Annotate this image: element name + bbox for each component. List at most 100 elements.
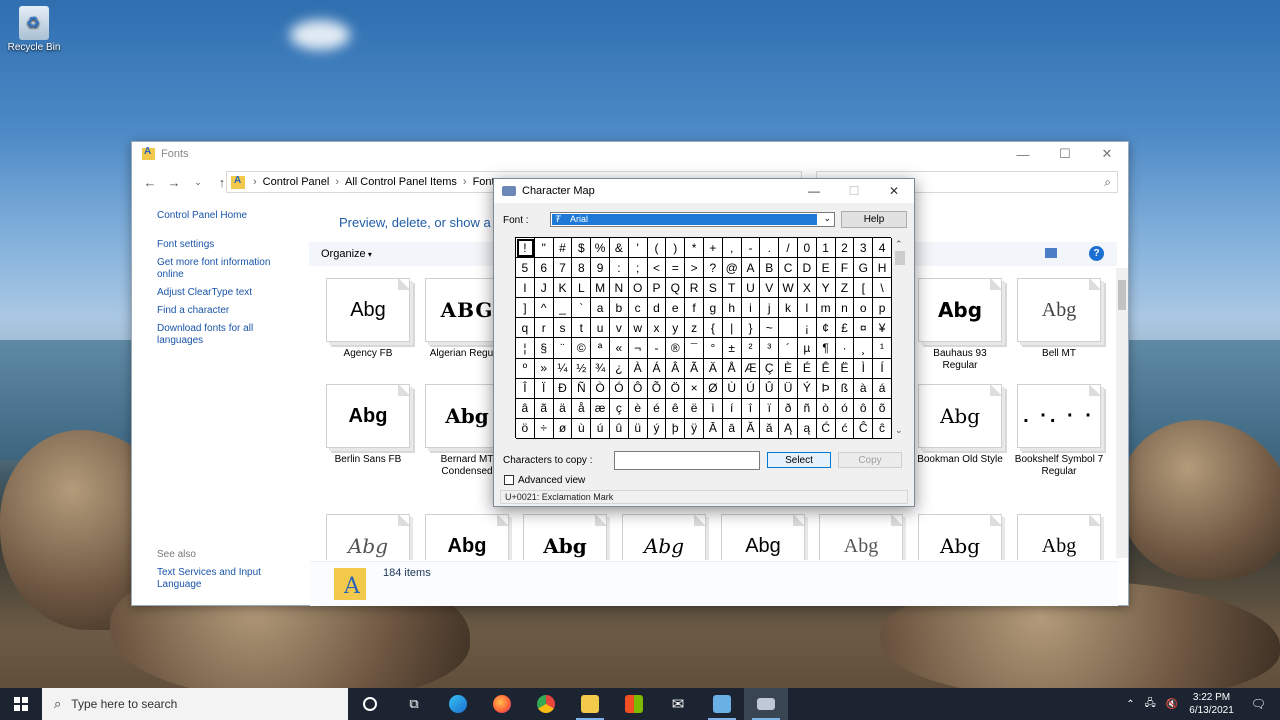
character-cell[interactable]: ¦ <box>516 338 535 359</box>
character-cell[interactable]: ´ <box>779 338 798 359</box>
character-cell[interactable]: q <box>516 318 535 339</box>
font-tile[interactable]: Abg Bookman Old Style <box>915 384 1005 466</box>
character-cell[interactable]: | <box>722 318 742 339</box>
character-cell[interactable]: ^ <box>534 298 554 319</box>
store-button[interactable] <box>612 688 656 720</box>
breadcrumb-control-panel[interactable]: Control Panel <box>263 176 330 188</box>
character-cell[interactable]: ă <box>760 418 780 439</box>
show-hidden-icons-icon[interactable]: ⌃ <box>1126 699 1134 710</box>
character-cell[interactable]: é <box>647 398 667 419</box>
recycle-bin-shortcut[interactable]: Recycle Bin <box>4 6 64 53</box>
character-cell[interactable]: 3 <box>854 238 874 259</box>
back-arrow-icon[interactable]: ← <box>138 175 162 190</box>
maximize-button[interactable]: ☐ <box>1044 142 1086 166</box>
volume-muted-icon[interactable]: 🔇 <box>1166 699 1178 710</box>
character-cell[interactable]: V <box>760 278 780 299</box>
more-font-info-link[interactable]: Get more font information online <box>157 257 297 281</box>
character-cell[interactable]: Ø <box>703 378 723 399</box>
character-cell[interactable]: ¼ <box>553 358 573 379</box>
character-cell[interactable]: - <box>647 338 667 359</box>
character-cell[interactable]: w <box>628 318 648 339</box>
character-cell[interactable]: © <box>572 338 592 359</box>
character-cell[interactable]: j <box>760 298 780 319</box>
character-cell[interactable]: & <box>609 238 629 259</box>
character-cell[interactable]: 4 <box>873 238 892 259</box>
character-cell[interactable]: û <box>609 418 629 439</box>
character-cell[interactable]: ì <box>703 398 723 419</box>
character-cell[interactable]: - <box>741 238 761 259</box>
character-cell[interactable]: \ <box>873 278 892 299</box>
character-cell[interactable]: Ý <box>797 378 817 399</box>
character-cell[interactable]: / <box>779 238 798 259</box>
character-cell[interactable]: o <box>854 298 874 319</box>
character-cell[interactable]: º <box>516 358 535 379</box>
start-button[interactable] <box>0 688 42 720</box>
character-cell[interactable]: n <box>835 298 855 319</box>
character-cell[interactable]: Ç <box>760 358 780 379</box>
font-settings-link[interactable]: Font settings <box>157 239 297 251</box>
character-cell[interactable]: ¤ <box>854 318 874 339</box>
character-cell[interactable]: ÿ <box>685 418 704 439</box>
character-cell[interactable]: X <box>797 278 817 299</box>
character-cell[interactable]: a <box>591 298 610 319</box>
font-tile[interactable]: Abg <box>619 514 709 560</box>
character-cell[interactable]: Ą <box>779 418 798 439</box>
character-cell[interactable]: ā <box>722 418 742 439</box>
character-cell[interactable]: Í <box>873 358 892 379</box>
character-cell[interactable]: ³ <box>760 338 780 359</box>
character-cell[interactable]: ¶ <box>816 338 836 359</box>
character-cell[interactable]: m <box>816 298 836 319</box>
character-cell[interactable]: " <box>534 238 554 259</box>
character-cell[interactable]: x <box>647 318 667 339</box>
character-cell[interactable]: ~ <box>760 318 780 339</box>
character-cell[interactable]: Þ <box>816 378 836 399</box>
character-cell[interactable]: ĉ <box>873 418 892 439</box>
character-cell[interactable]: Q <box>666 278 686 299</box>
character-cell[interactable]: ó <box>835 398 855 419</box>
character-cell[interactable]: » <box>534 358 554 379</box>
character-cell[interactable]: $ <box>572 238 592 259</box>
character-cell[interactable]: î <box>741 398 761 419</box>
character-cell[interactable]: ° <box>703 338 723 359</box>
character-cell[interactable]: H <box>873 258 892 279</box>
character-cell[interactable]: k <box>779 298 798 319</box>
character-cell[interactable]: _ <box>553 298 573 319</box>
character-cell[interactable]: [ <box>854 278 874 299</box>
character-cell[interactable]: ä <box>553 398 573 419</box>
character-cell[interactable]: { <box>703 318 723 339</box>
font-tile[interactable]: Abg Bell MT <box>1014 278 1104 360</box>
font-tile[interactable]: Abg <box>520 514 610 560</box>
character-cell[interactable]: = <box>666 258 686 279</box>
character-cell[interactable]: ¨ <box>553 338 573 359</box>
character-cell[interactable]: 2 <box>835 238 855 259</box>
character-cell[interactable]: æ <box>591 398 610 419</box>
character-cell[interactable]: E <box>816 258 836 279</box>
charmap-minimize-button[interactable]: — <box>794 179 834 203</box>
character-cell[interactable]: I <box>516 278 535 299</box>
character-cell[interactable]: Ñ <box>572 378 592 399</box>
character-cell[interactable]: ¥ <box>873 318 892 339</box>
character-cell[interactable]: Z <box>835 278 855 299</box>
character-cell[interactable]: ¹ <box>873 338 892 359</box>
character-cell[interactable]: 0 <box>797 238 817 259</box>
character-cell[interactable]: M <box>591 278 610 299</box>
character-cell[interactable]: Ú <box>741 378 761 399</box>
text-services-link[interactable]: Text Services and Input Language <box>157 567 277 591</box>
character-cell[interactable]: ß <box>835 378 855 399</box>
font-tile[interactable]: Abg <box>323 514 413 560</box>
organize-button[interactable]: Organize <box>321 248 372 260</box>
font-tile[interactable]: Abg <box>718 514 808 560</box>
character-cell[interactable]: d <box>647 298 667 319</box>
character-cell[interactable]: Ä <box>703 358 723 379</box>
character-cell[interactable]: Ï <box>534 378 554 399</box>
character-cell[interactable]: : <box>609 258 629 279</box>
character-cell[interactable]: @ <box>722 258 742 279</box>
character-cell[interactable]: ô <box>854 398 874 419</box>
fonts-scrollbar[interactable] <box>1116 268 1128 558</box>
character-cell[interactable]: e <box>666 298 686 319</box>
character-cell[interactable]: r <box>534 318 554 339</box>
character-cell[interactable]: ã <box>534 398 554 419</box>
characters-to-copy-input[interactable] <box>614 451 760 470</box>
charmap-taskbar-button[interactable] <box>744 688 788 720</box>
breadcrumb-all-items[interactable]: All Control Panel Items <box>345 176 457 188</box>
